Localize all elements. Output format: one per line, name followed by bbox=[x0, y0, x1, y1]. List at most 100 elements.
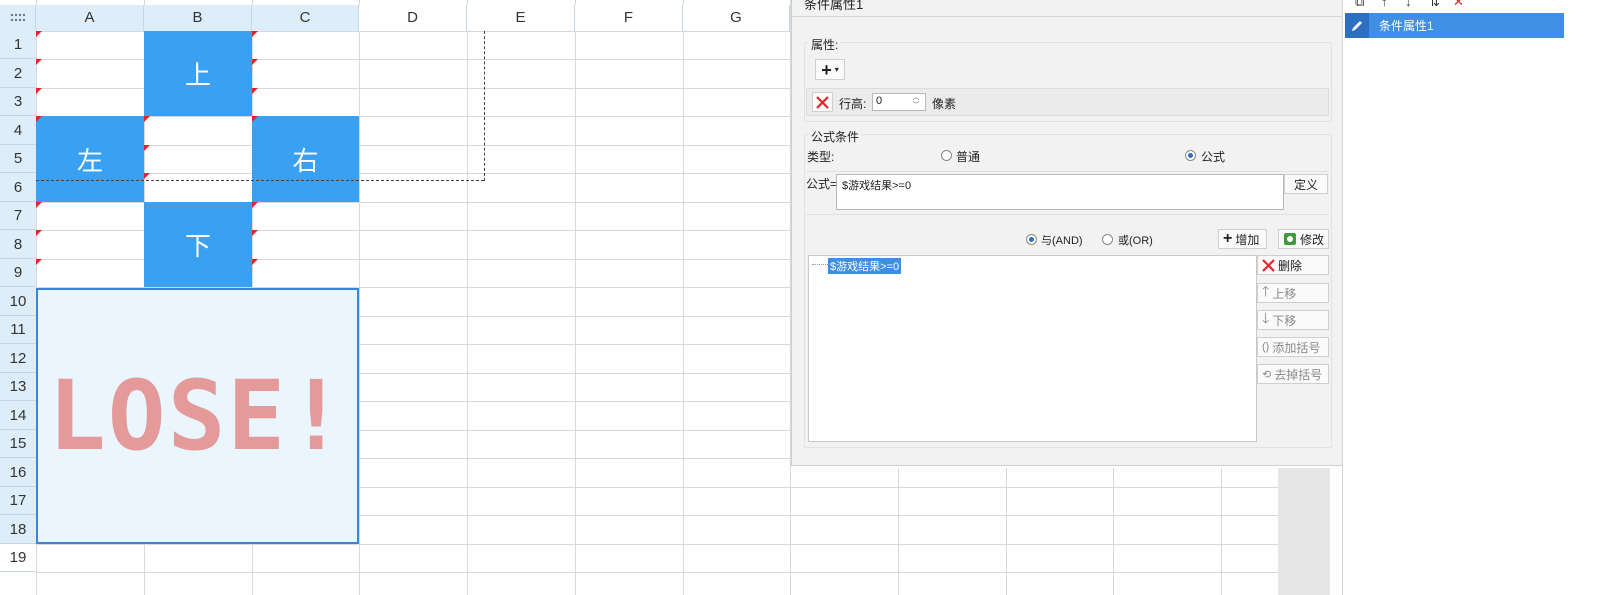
row-header-13[interactable]: 13 bbox=[0, 373, 36, 401]
add-attribute-button[interactable]: + ▾ bbox=[815, 59, 845, 80]
edit-gear-icon bbox=[1283, 233, 1296, 245]
column-header-e[interactable]: E bbox=[467, 5, 575, 31]
bracket-icon: () bbox=[1262, 341, 1270, 353]
row-header-2[interactable]: 2 bbox=[0, 59, 36, 88]
define-button[interactable]: 定义 bbox=[1284, 174, 1328, 194]
row-header-17[interactable]: 17 bbox=[0, 487, 36, 515]
cell-down[interactable]: 下 bbox=[144, 202, 252, 287]
grid-row-line bbox=[36, 544, 1278, 545]
grid-col-line bbox=[575, 0, 576, 595]
row-header-16[interactable]: 16 bbox=[0, 458, 36, 487]
condition-list-item[interactable]: $游戏结果>=0 bbox=[828, 258, 902, 274]
sort-icon[interactable]: ⇅ bbox=[1429, 0, 1440, 10]
row-header-14[interactable]: 14 bbox=[0, 401, 36, 430]
column-header-a[interactable]: A bbox=[36, 5, 144, 31]
arrow-down-icon: 🡓 bbox=[1262, 310, 1270, 326]
close-icon bbox=[816, 95, 829, 109]
condition-attribute-item[interactable]: 条件属性1 bbox=[1345, 13, 1564, 38]
move-down-button[interactable]: 🡓 下移 bbox=[1257, 310, 1329, 330]
condition-marker bbox=[36, 202, 42, 208]
grid-col-line bbox=[683, 0, 684, 595]
condition-marker bbox=[252, 202, 258, 208]
plus-icon: + bbox=[1223, 230, 1233, 247]
remove-attribute-button[interactable] bbox=[812, 92, 833, 112]
move-down-icon[interactable]: ↓ bbox=[1405, 0, 1412, 9]
logic-or-label[interactable]: 或(OR) bbox=[1118, 232, 1153, 248]
dropdown-arrow-icon: ▾ bbox=[834, 65, 839, 74]
move-up-button[interactable]: 🡑 上移 bbox=[1257, 283, 1329, 303]
row-header-8[interactable]: 8 bbox=[0, 230, 36, 259]
grid-col-line bbox=[467, 0, 468, 595]
lose-text: LOSE! bbox=[48, 360, 347, 472]
row-header-9[interactable]: 9 bbox=[0, 259, 36, 287]
logic-and-label[interactable]: 与(AND) bbox=[1041, 232, 1083, 248]
grid-col-line bbox=[359, 0, 360, 595]
copy-icon[interactable]: ⧉ bbox=[1355, 0, 1364, 10]
remove-bracket-button-label: 去掉括号 bbox=[1274, 367, 1323, 382]
remove-bracket-icon: ⟲ bbox=[1262, 368, 1272, 381]
condition-marker bbox=[252, 259, 258, 265]
condition-attribute-dialog: 条件属性1 属性: + ▾ 行高: 0 ︿ ﹀ 像素 公式条件 类型: 普通 公… bbox=[791, 0, 1342, 466]
unit-label: 像素 bbox=[932, 97, 957, 111]
modify-button[interactable]: 修改 bbox=[1278, 229, 1329, 249]
remove-bracket-button[interactable]: ⟲ 去掉括号 bbox=[1257, 364, 1329, 384]
move-up-button-label: 上移 bbox=[1272, 286, 1297, 301]
cell-left[interactable]: 左 bbox=[36, 116, 144, 202]
delete-icon[interactable]: ✕ bbox=[1453, 0, 1464, 10]
type-normal-label[interactable]: 普通 bbox=[956, 148, 980, 165]
select-all-corner[interactable] bbox=[0, 5, 36, 31]
row-header-15[interactable]: 15 bbox=[0, 430, 36, 458]
row-header-10[interactable]: 10 bbox=[0, 287, 36, 316]
row-header-7[interactable]: 7 bbox=[0, 202, 36, 230]
condition-marker bbox=[36, 59, 42, 65]
row-height-stepper[interactable]: ︿ ﹀ bbox=[908, 94, 924, 110]
row-header-1[interactable]: 1 bbox=[0, 31, 36, 59]
row-header-11[interactable]: 11 bbox=[0, 316, 36, 344]
row-header-4[interactable]: 4 bbox=[0, 116, 36, 145]
row-header-18[interactable]: 18 bbox=[0, 515, 36, 544]
condition-attribute-item-label: 条件属性1 bbox=[1379, 19, 1434, 33]
formula-label: 公式= bbox=[806, 177, 838, 191]
pencil-icon bbox=[1345, 13, 1369, 38]
row-height-label: 行高: bbox=[839, 97, 867, 111]
move-up-icon[interactable]: ↑ bbox=[1381, 0, 1388, 9]
delete-button[interactable]: 删除 bbox=[1257, 255, 1329, 275]
arrow-up-icon: 🡑 bbox=[1262, 283, 1270, 299]
column-header-c[interactable]: C bbox=[252, 5, 359, 31]
merged-cell-result[interactable]: LOSE! bbox=[36, 288, 359, 544]
row-header-6[interactable]: 6 bbox=[0, 173, 36, 202]
attribute-group-label: 属性: bbox=[809, 36, 841, 53]
stepper-down-icon[interactable]: ﹀ bbox=[908, 102, 924, 110]
formula-input[interactable]: $游戏结果>=0 bbox=[836, 174, 1284, 210]
column-header-b[interactable]: B bbox=[144, 5, 252, 31]
condition-marker bbox=[252, 59, 258, 65]
condition-marker bbox=[144, 173, 150, 179]
tree-connector bbox=[812, 264, 828, 266]
divider bbox=[806, 171, 1329, 172]
column-header-d[interactable]: D bbox=[359, 5, 467, 31]
condition-marker bbox=[36, 116, 42, 122]
type-formula-label[interactable]: 公式 bbox=[1201, 148, 1225, 165]
page-break-vertical bbox=[484, 31, 485, 181]
condition-marker bbox=[252, 31, 258, 37]
cell-right[interactable]: 右 bbox=[252, 116, 359, 202]
dialog-title: 条件属性1 bbox=[804, 0, 864, 12]
column-header-g[interactable]: G bbox=[683, 5, 790, 31]
stepper-up-icon[interactable]: ︿ bbox=[908, 94, 924, 102]
add-button[interactable]: + 增加 bbox=[1218, 229, 1267, 249]
logic-or-radio[interactable] bbox=[1102, 234, 1113, 245]
logic-and-radio[interactable] bbox=[1026, 234, 1037, 245]
row-header-3[interactable]: 3 bbox=[0, 88, 36, 116]
add-bracket-button[interactable]: () 添加括号 bbox=[1257, 337, 1329, 357]
condition-list[interactable]: $游戏结果>=0 bbox=[808, 255, 1257, 442]
cell-up[interactable]: 上 bbox=[144, 31, 252, 116]
grid-col-line bbox=[898, 468, 899, 595]
row-header-12[interactable]: 12 bbox=[0, 344, 36, 373]
row-header-5[interactable]: 5 bbox=[0, 145, 36, 173]
type-formula-radio[interactable] bbox=[1185, 150, 1196, 161]
type-normal-radio[interactable] bbox=[941, 150, 952, 161]
condition-marker bbox=[252, 230, 258, 236]
column-header-f[interactable]: F bbox=[575, 5, 683, 31]
row-header-19[interactable]: 19 bbox=[0, 544, 36, 572]
type-label: 类型: bbox=[807, 150, 835, 164]
